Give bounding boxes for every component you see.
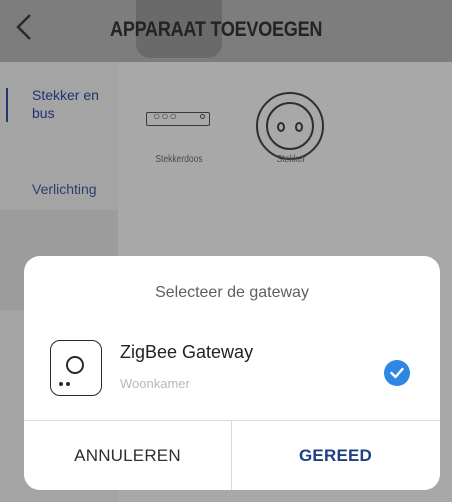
strip-sockets-icon: ○○○ <box>153 109 178 123</box>
grid-item-stekkerdoos-label: Stekkerdoos <box>155 154 203 165</box>
gateway-name: ZigBee Gateway <box>120 342 254 362</box>
done-button[interactable]: GEREED <box>232 421 439 490</box>
checkmark-icon[interactable] <box>384 360 410 386</box>
sidebar-item-verlichting[interactable]: Verlichting <box>0 180 118 198</box>
page-title: APPARAAT TOEVOEGEN <box>110 18 323 41</box>
chevron-left-icon <box>16 14 31 40</box>
plug-pin-left-icon <box>277 122 285 132</box>
plug-pin-right-icon <box>295 122 303 132</box>
check-glyph-icon <box>390 367 404 379</box>
gateway-led-icon <box>66 382 70 386</box>
app-header: APPARAAT TOEVOEGEN <box>0 0 452 62</box>
power-strip-icon[interactable]: ○○○ <box>146 109 210 126</box>
sidebar-item-stekker-en-bus[interactable]: Stekker en bus <box>0 86 118 122</box>
gateway-led-icon <box>59 382 63 386</box>
dialog-title: Selecteer de gateway <box>155 284 309 301</box>
gateway-room: Woonkamer <box>120 376 190 391</box>
back-button[interactable] <box>14 12 54 52</box>
cancel-button[interactable]: ANNULEREN <box>24 421 231 490</box>
strip-switch-icon <box>200 114 205 119</box>
gateway-ring-icon <box>66 356 84 374</box>
select-gateway-dialog: Selecteer de gateway ZigBee Gateway Woon… <box>24 256 440 490</box>
plug-socket-icon <box>266 102 314 150</box>
gateway-icon <box>50 340 102 396</box>
plug-icon[interactable] <box>256 92 324 160</box>
grid-item-stekker-label: Stekker <box>276 154 306 165</box>
